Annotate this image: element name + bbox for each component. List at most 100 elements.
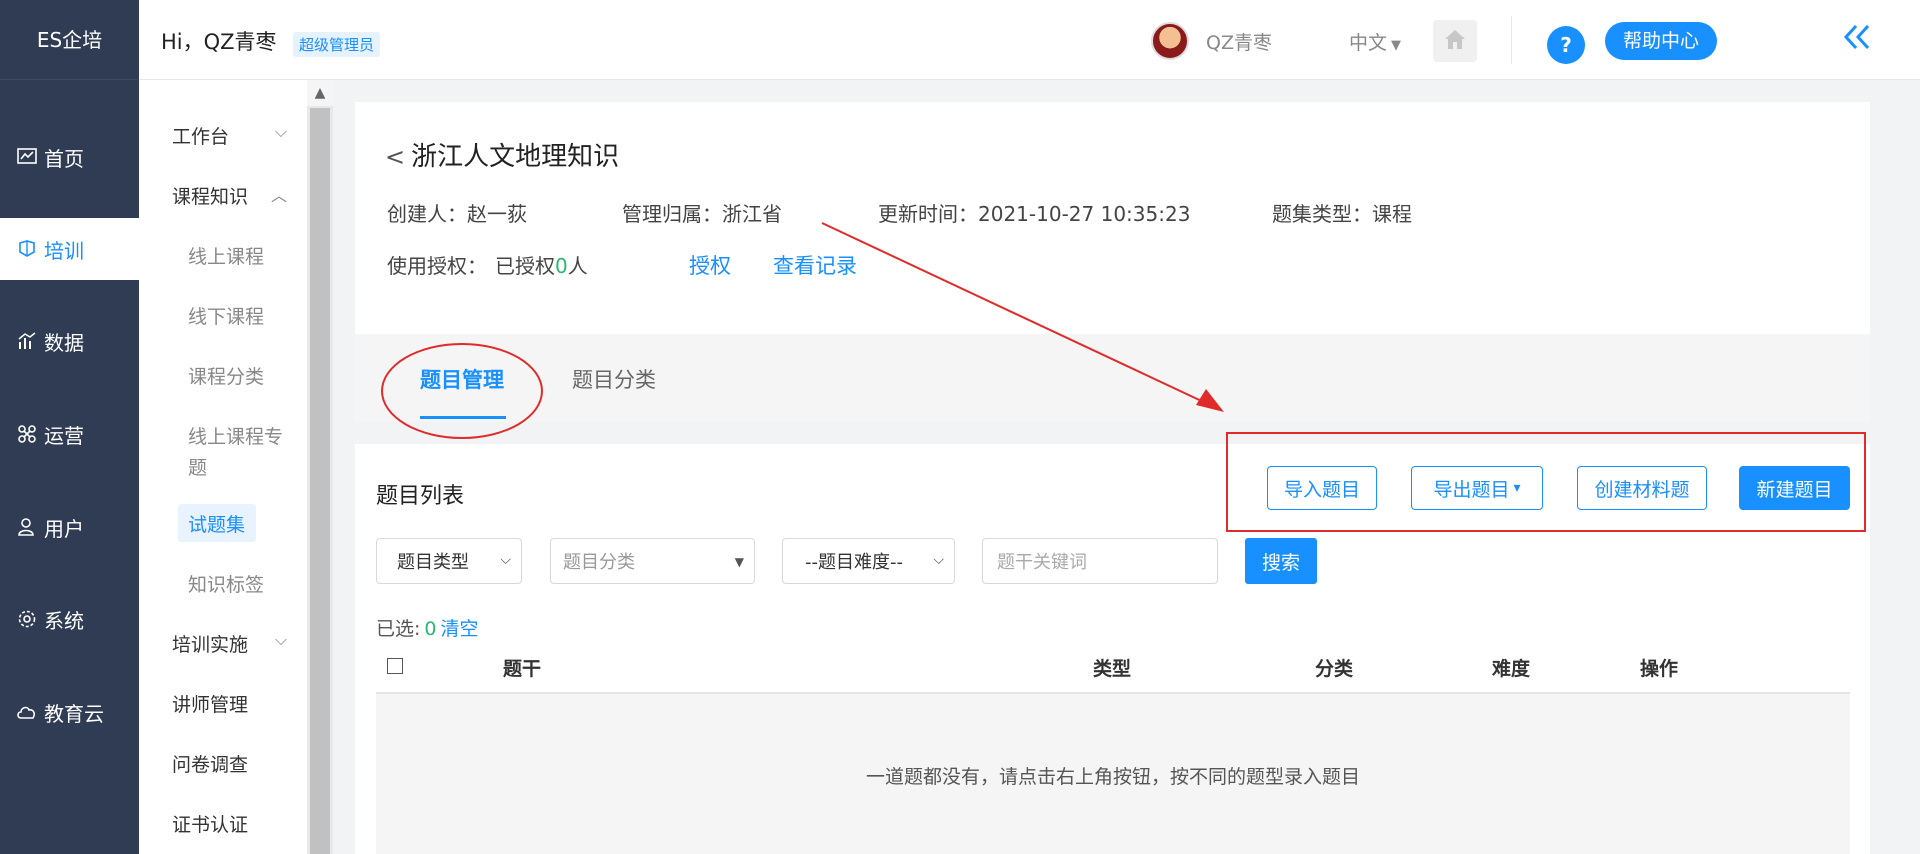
column-header-type: 类型 xyxy=(1093,658,1132,680)
nav-item-home[interactable]: 首页 xyxy=(0,126,139,188)
dashboard-icon xyxy=(16,146,38,168)
nav-item-operation[interactable]: 运营 xyxy=(0,403,139,465)
nav-item-user[interactable]: 用户 xyxy=(0,496,139,558)
left-nav: ES企培 首页 培训 数据 运营 用户 系统 教育云 xyxy=(0,0,139,854)
subnav-knowledge-tag[interactable]: 知识标签 xyxy=(139,570,307,597)
collapse-double-chevron-icon[interactable] xyxy=(1842,22,1872,60)
user-icon xyxy=(16,516,38,538)
annotation-box xyxy=(1226,432,1866,532)
creator-label: 创建人： xyxy=(387,202,467,226)
question-set-detail: < 浙江人文地理知识 创建人：赵一荻 管理归属：浙江省 更新时间：2021-10-… xyxy=(355,102,1870,334)
subnav-label: 工作台 xyxy=(172,126,230,148)
subnav-label: 课程知识 xyxy=(172,186,249,208)
home-icon xyxy=(1442,27,1468,55)
home-button[interactable] xyxy=(1433,20,1477,62)
view-records-link[interactable]: 查看记录 xyxy=(773,250,857,280)
creator-info: 创建人：赵一荻 xyxy=(387,198,527,227)
subnav-label: 题 xyxy=(188,457,208,479)
subnav-certificate[interactable]: 证书认证 xyxy=(139,810,307,837)
avatar[interactable] xyxy=(1151,22,1189,60)
gear-icon xyxy=(16,608,38,630)
operation-icon xyxy=(16,423,38,445)
subnav-online-topic[interactable]: 线上课程专 题 xyxy=(139,422,307,480)
nav-item-training[interactable]: 培训 xyxy=(0,218,139,280)
selected-summary: 已选: 0 清空 xyxy=(376,614,479,641)
greeting: Hi，QZ青枣 xyxy=(161,30,277,54)
nav-item-edu-cloud[interactable]: 教育云 xyxy=(0,681,139,743)
nav-label: 教育云 xyxy=(44,701,104,726)
type-label: 题集类型： xyxy=(1272,202,1372,226)
select-all-checkbox[interactable] xyxy=(387,658,403,674)
chevron-up-icon: ︿ xyxy=(270,186,287,205)
tab-question-category[interactable]: 题目分类 xyxy=(572,364,656,394)
list-title: 题目列表 xyxy=(376,484,465,509)
back-chevron-icon[interactable]: < xyxy=(385,143,405,171)
subnav-course-knowledge[interactable]: 课程知识 ︿ xyxy=(139,182,307,209)
nav-item-data[interactable]: 数据 xyxy=(0,310,139,372)
language-select[interactable]: 中文 ▼ xyxy=(1349,28,1401,55)
empty-state: 一道题都没有，请点击右上角按钮，按不同的题型录入题目 xyxy=(376,694,1850,854)
subnav-workbench[interactable]: 工作台 ⌵ xyxy=(139,122,307,149)
subnav-online-course[interactable]: 线上课程 xyxy=(139,242,307,269)
select-value: --题目难度-- xyxy=(805,552,903,573)
nav-label: 培训 xyxy=(44,238,84,263)
annotation-ellipse xyxy=(381,343,543,439)
column-header-category: 分类 xyxy=(1315,658,1354,680)
chevron-down-icon: ⌵ xyxy=(274,630,287,649)
question-category-select[interactable]: 题目分类 ▼ xyxy=(550,538,755,584)
clear-selection-link[interactable]: 清空 xyxy=(441,618,479,640)
help-question-icon[interactable]: ? xyxy=(1547,26,1585,64)
select-value: 题目类型 xyxy=(397,552,469,573)
subnav-label: 培训实施 xyxy=(172,634,249,656)
role-badge: 超级管理员 xyxy=(293,32,381,57)
creator-value: 赵一荻 xyxy=(467,202,527,226)
owner-label: 管理归属： xyxy=(622,202,722,226)
subnav-training-impl[interactable]: 培训实施 ⌵ xyxy=(139,630,307,657)
nav-label: 数据 xyxy=(44,330,84,355)
subnav-lecturer[interactable]: 讲师管理 xyxy=(139,690,307,717)
column-header-action: 操作 xyxy=(1640,658,1679,680)
column-header-difficulty: 难度 xyxy=(1492,658,1531,680)
scroll-up-icon[interactable]: ▲ xyxy=(307,80,333,106)
authorize-link[interactable]: 授权 xyxy=(689,250,731,280)
selected-count: 0 xyxy=(424,618,437,640)
selected-label: 已选: xyxy=(376,618,421,640)
auth-suffix: 人 xyxy=(567,254,588,278)
subnav-question-set[interactable]: 试题集 xyxy=(139,510,307,537)
auth-label: 使用授权： xyxy=(387,254,487,278)
subnav-offline-course[interactable]: 线下课程 xyxy=(139,302,307,329)
select-placeholder: 题目分类 xyxy=(563,552,635,573)
subnav-label: 线上课程专 xyxy=(188,426,284,448)
language-label: 中文 xyxy=(1349,32,1388,54)
nav-item-system[interactable]: 系统 xyxy=(0,588,139,650)
brand-logo: ES企培 xyxy=(0,0,139,80)
sub-nav: 工作台 ⌵ 课程知识 ︿ 线上课程 线下课程 课程分类 线上课程专 题 试题集 … xyxy=(139,80,307,854)
column-header-stem: 题干 xyxy=(503,658,542,680)
auth-info: 使用授权： 已授权0人 xyxy=(387,250,588,279)
search-button[interactable]: 搜索 xyxy=(1245,538,1317,584)
chevron-down-icon: ⌵ xyxy=(933,552,944,568)
page-title: < 浙江人文地理知识 xyxy=(385,136,619,173)
updated-label: 更新时间： xyxy=(878,202,978,226)
help-center-button[interactable]: 帮助中心 xyxy=(1605,22,1718,60)
divider xyxy=(1511,16,1512,64)
auth-prefix: 已授权 xyxy=(495,254,555,278)
tab-bar: 题目管理 题目分类 xyxy=(355,334,1870,422)
subnav-survey[interactable]: 问卷调查 xyxy=(139,750,307,777)
title-text: 浙江人文地理知识 xyxy=(411,142,620,172)
nav-label: 系统 xyxy=(44,608,84,633)
nav-label: 运营 xyxy=(44,423,84,448)
owner-value: 浙江省 xyxy=(722,202,782,226)
user-name[interactable]: QZ青枣 xyxy=(1206,28,1272,55)
caret-down-icon: ▼ xyxy=(1391,38,1402,53)
chevron-down-icon: ⌵ xyxy=(500,552,511,568)
chart-icon xyxy=(16,330,38,352)
question-type-select[interactable]: 题目类型 ⌵ xyxy=(376,538,522,584)
subnav-course-category[interactable]: 课程分类 xyxy=(139,362,307,389)
question-difficulty-select[interactable]: --题目难度-- ⌵ xyxy=(782,538,955,584)
scroll-thumb[interactable] xyxy=(310,108,330,854)
nav-label: 用户 xyxy=(44,516,84,541)
keyword-input[interactable]: 题干关键词 xyxy=(982,538,1218,584)
auth-count: 0 xyxy=(555,254,568,278)
subnav-scrollbar[interactable]: ▲ xyxy=(307,80,333,854)
